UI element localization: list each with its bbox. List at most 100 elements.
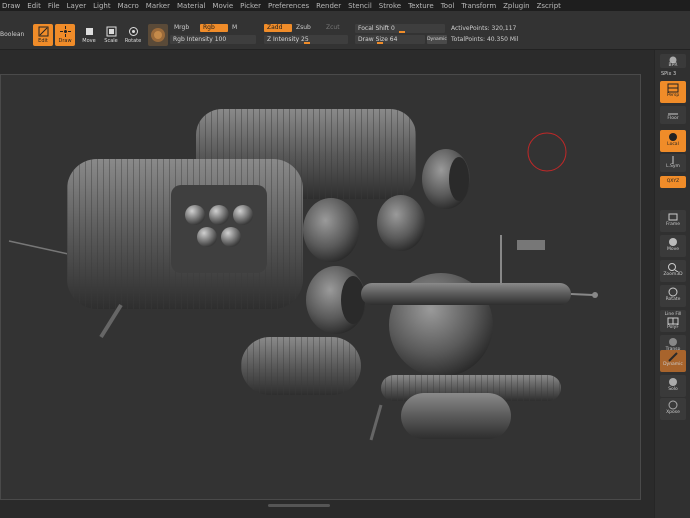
focal-shift-label: Focal Shift 0 (358, 25, 395, 32)
spaceship-model-render (8, 109, 598, 441)
spix-readout[interactable]: SPix 3 (661, 71, 676, 77)
draw-label: Draw (58, 38, 72, 44)
scale-button[interactable]: Scale (101, 24, 121, 46)
rotate-button[interactable]: Rotate (123, 24, 143, 46)
dynamic-toggle[interactable]: Dynamic (427, 35, 447, 44)
bottom-tray (0, 500, 654, 518)
move-label: Move (82, 38, 96, 44)
persp-label: Persp (666, 93, 680, 98)
solo-label: Solo (668, 387, 678, 392)
floor-button[interactable]: Floor (660, 106, 686, 124)
zoom3d-button[interactable]: Zoom3D (660, 260, 686, 282)
zsub-toggle[interactable]: Zsub (296, 24, 311, 31)
menu-item-draw[interactable]: Draw (2, 2, 20, 10)
move-view-label: Move (666, 247, 680, 252)
menu-item-picker[interactable]: Picker (240, 2, 261, 10)
menu-item-macro[interactable]: Macro (118, 2, 139, 10)
zoom-icon (668, 263, 679, 272)
floor-label: Floor (667, 116, 679, 121)
z-intensity-slider[interactable]: Z Intensity 25 (264, 35, 348, 44)
lsym-icon (672, 156, 674, 164)
menu-item-preferences[interactable]: Preferences (268, 2, 309, 10)
xpose-label: Xpose (666, 410, 680, 415)
rgb-intensity-slider[interactable]: Rgb Intensity 100 (170, 35, 256, 44)
edit-button[interactable]: Edit (33, 24, 53, 46)
menu-item-light[interactable]: Light (93, 2, 110, 10)
dynamic-icon (668, 352, 678, 362)
menu-item-stroke[interactable]: Stroke (379, 2, 401, 10)
scale-icon (106, 26, 116, 37)
move-view-button[interactable]: Move (660, 235, 686, 257)
draw-size-slider[interactable]: Draw Size 64 (355, 35, 425, 44)
qxyz-button[interactable]: QXYZ (660, 176, 686, 188)
rgb-intensity-label: Rgb Intensity 100 (173, 36, 227, 43)
menu-item-zscript[interactable]: Zscript (537, 2, 561, 10)
rotate-label: Rotate (124, 38, 142, 44)
local-label: Local (667, 142, 679, 147)
polyframe-icon (667, 317, 679, 325)
local-icon (669, 133, 677, 141)
rotate-view-button[interactable]: Rotate (660, 285, 686, 307)
focal-shift-slider[interactable]: Focal Shift 0 (355, 24, 445, 33)
right-shelf: BPR SPix 3 Persp Floor Local L.Sym QXYZ … (654, 50, 690, 518)
zcut-toggle[interactable]: Zcut (326, 24, 340, 31)
frame-icon (668, 213, 678, 221)
m-toggle[interactable]: M (232, 24, 237, 31)
document-canvas[interactable] (0, 74, 641, 500)
qxyz-label: QXYZ (666, 179, 680, 184)
persp-button[interactable]: Persp (660, 81, 686, 103)
transp-icon (669, 338, 677, 346)
move-button[interactable]: Move (79, 24, 99, 46)
draw-size-thumb[interactable] (377, 42, 383, 44)
solo-button[interactable]: Solo (660, 375, 686, 397)
z-intensity-thumb[interactable] (304, 42, 310, 44)
menu-item-material[interactable]: Material (177, 2, 205, 10)
material-swatch[interactable] (148, 24, 168, 46)
xpose-button[interactable]: Xpose (660, 398, 686, 420)
zoom3d-label: Zoom3D (663, 272, 683, 277)
zadd-toggle[interactable]: Zadd (264, 24, 292, 32)
mrgb-toggle[interactable]: Mrgb (174, 24, 189, 31)
lsym-button[interactable]: L.Sym (660, 154, 686, 172)
move-icon (85, 28, 93, 35)
focal-shift-thumb[interactable] (399, 31, 405, 33)
brush-cursor-icon (527, 132, 567, 172)
dynamic-button[interactable]: Dynamic (660, 350, 686, 372)
linefill-button[interactable]: Line Fill PolyF (660, 310, 686, 332)
menu-item-marker[interactable]: Marker (146, 2, 170, 10)
z-intensity-label: Z Intensity 25 (267, 36, 309, 43)
xpose-icon (668, 400, 678, 410)
tray-handle[interactable] (268, 504, 330, 507)
frame-button[interactable]: Frame (660, 210, 686, 232)
solo-icon (669, 378, 677, 386)
rotate-view-label: Rotate (665, 297, 681, 302)
menu-item-texture[interactable]: Texture (408, 2, 434, 10)
draw-button[interactable]: Draw (55, 24, 75, 46)
dynamic-label: Dynamic (663, 362, 683, 367)
polyf-label: PolyF (667, 325, 679, 330)
rotate-icon (128, 27, 138, 36)
hand-icon (669, 238, 677, 246)
menu-item-stencil[interactable]: Stencil (348, 2, 372, 10)
rgb-toggle[interactable]: Rgb (200, 24, 228, 32)
menu-item-layer[interactable]: Layer (67, 2, 87, 10)
boolean-toggle[interactable]: Boolean (0, 31, 24, 38)
rotate-view-icon (668, 287, 678, 297)
menu-item-movie[interactable]: Movie (212, 2, 233, 10)
scale-label: Scale (104, 38, 118, 44)
menu-item-zplugin[interactable]: Zplugin (503, 2, 529, 10)
draw-icon (59, 26, 71, 37)
total-points-readout: TotalPoints: 40.350 Mil (451, 36, 519, 43)
menu-item-transform[interactable]: Transform (461, 2, 496, 10)
menu-bar: Draw Edit File Layer Light Macro Marker Materia… (0, 0, 690, 11)
menu-item-file[interactable]: File (48, 2, 60, 10)
material-sphere-icon (151, 28, 165, 42)
frame-label: Frame (665, 222, 681, 227)
local-button[interactable]: Local (660, 130, 686, 152)
menu-item-edit[interactable]: Edit (27, 2, 41, 10)
menu-item-render[interactable]: Render (316, 2, 341, 10)
menu-item-tool[interactable]: Tool (441, 2, 455, 10)
bpr-icon (669, 56, 677, 63)
bpr-button[interactable]: BPR (660, 54, 686, 68)
edit-label: Edit (38, 38, 48, 44)
